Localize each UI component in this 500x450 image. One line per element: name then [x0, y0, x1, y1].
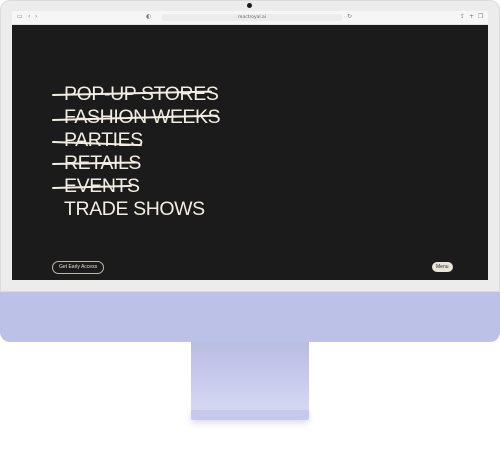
new-tab-icon[interactable]: + — [469, 13, 474, 21]
hero-word-list: POP-UP STORES FASHION WEEKS PARTIES RETA… — [51, 83, 221, 221]
imac-chin — [0, 292, 500, 342]
share-icon[interactable]: ⇪ — [460, 13, 465, 21]
hero-item-retails: RETAILS — [51, 152, 220, 175]
imac-stand-foot — [191, 410, 309, 420]
hero-item-fashion-weeks: FASHION WEEKS — [51, 106, 221, 129]
imac-display-frame: ▭ ‹ › ◐ reactroyal.ai ↻ ⇪ + ❐ POP-UP STO… — [0, 0, 500, 292]
hero-item-events: EVENTS — [51, 175, 220, 198]
imac-stand — [191, 342, 309, 412]
forward-icon[interactable]: › — [35, 13, 37, 21]
hero-item-parties: PARTIES — [51, 129, 220, 152]
hero-item-label: PARTIES — [64, 129, 143, 151]
menu-button[interactable]: Menu — [432, 262, 453, 272]
reload-icon[interactable]: ↻ — [347, 13, 352, 21]
hero-item-pop-up-stores: POP-UP STORES — [51, 83, 220, 106]
privacy-shield-icon[interactable]: ◐ — [146, 13, 151, 21]
tab-overview-icon[interactable]: ❐ — [478, 13, 483, 21]
back-icon[interactable]: ‹ — [28, 13, 30, 21]
browser-toolbar: ▭ ‹ › ◐ reactroyal.ai ↻ ⇪ + ❐ — [12, 11, 488, 25]
hero-item-label: TRADE SHOWS — [64, 198, 205, 220]
screen: ▭ ‹ › ◐ reactroyal.ai ↻ ⇪ + ❐ POP-UP STO… — [12, 11, 488, 280]
webcam-icon — [247, 3, 252, 8]
sidebar-toggle-icon[interactable]: ▭ — [17, 13, 23, 21]
get-early-access-button[interactable]: Get Early Access — [52, 261, 105, 274]
address-bar[interactable]: reactroyal.ai — [162, 14, 342, 21]
hero-item-trade-shows: TRADE SHOWS — [52, 198, 220, 221]
